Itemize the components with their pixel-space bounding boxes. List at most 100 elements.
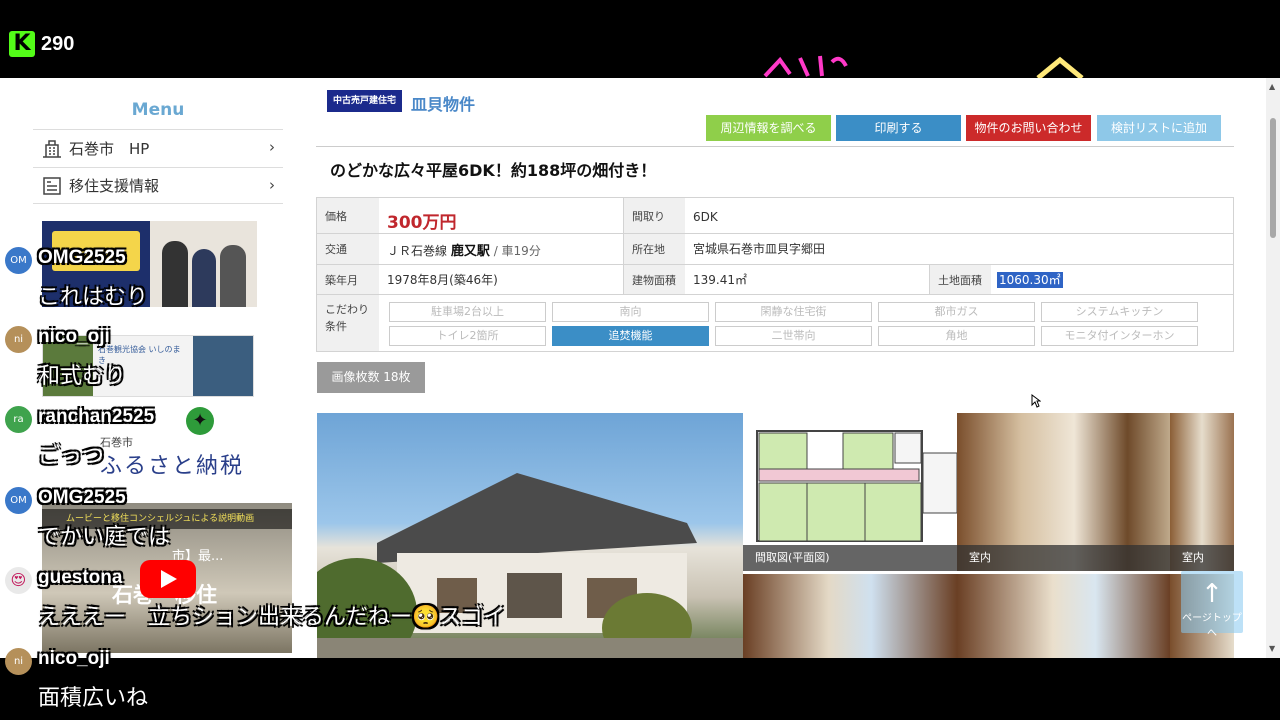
photo-caption: 室内 <box>1170 545 1234 571</box>
land-area-selected-text: 1060.30㎡ <box>997 272 1063 288</box>
address-label: 所在地 <box>623 234 685 264</box>
chevron-right-icon: › <box>269 176 275 194</box>
viewer-count: 290 <box>41 33 75 55</box>
stream-bottom-bar <box>0 658 1280 720</box>
table-row: 築年月 1978年8月(築46年) 建物面積 139.41㎡ 土地面積 1060… <box>317 265 1233 295</box>
divider <box>316 146 1234 147</box>
building-icon <box>43 140 61 158</box>
page-top-label: ページトップへ <box>1182 613 1242 639</box>
chat-avatar: OM <box>5 487 32 514</box>
property-type-badge: 中古売戸建住宅 <box>327 90 402 112</box>
gallery-floorplan-photo[interactable]: 間取図(平面図) <box>743 413 957 571</box>
scrollbar-thumb[interactable] <box>1270 118 1276 238</box>
photo-caption: 室内 <box>957 545 1170 571</box>
table-row: 価格 300万円 間取り 6DK <box>317 198 1233 234</box>
scrollbar[interactable]: ▲ ▼ <box>1266 78 1280 658</box>
chat-username: OMG2525 <box>38 487 126 508</box>
inquiry-button[interactable]: 物件のお問い合わせ <box>966 115 1091 141</box>
chat-text: 面積広いね <box>38 686 149 711</box>
built-label: 築年月 <box>317 265 379 294</box>
page-top-button[interactable]: ↑ ページトップへ <box>1181 571 1243 639</box>
photo-caption: 間取図(平面図) <box>743 545 957 571</box>
chat-text: ごっつ <box>38 444 105 469</box>
stream-screen: K 290 Menu 石巻市 HP › 移住支援情報 › 石巻観光協会 いしのま… <box>0 0 1280 720</box>
address-value: 宮城県石巻市皿貝字郷田 <box>693 242 826 256</box>
feature-tag: 閑静な住宅街 <box>715 302 872 322</box>
feature-tag: 二世帯向 <box>715 326 872 346</box>
feature-tag: トイレ2箇所 <box>389 326 546 346</box>
chat-username: OMG2525 <box>38 247 126 268</box>
kick-logo-icon: K <box>9 31 35 57</box>
layout-value: 6DK <box>693 210 718 224</box>
gallery-interior-photo[interactable] <box>743 574 957 658</box>
floor-area-value: 139.41㎡ <box>693 273 747 287</box>
scroll-up-icon[interactable]: ▲ <box>1269 82 1275 91</box>
chat-username: nico_oji <box>38 326 110 347</box>
feature-tag: システムキッチン <box>1041 302 1198 322</box>
access-line: ＪＲ石巻線 <box>387 244 448 258</box>
access-station: 鹿又駅 <box>450 244 490 259</box>
add-to-list-button[interactable]: 検討リストに追加 <box>1097 115 1221 141</box>
scroll-down-icon[interactable]: ▼ <box>1269 644 1275 653</box>
neon-sign-decoration <box>763 55 848 78</box>
floorplan-illustration <box>756 430 957 542</box>
chevron-right-icon: › <box>269 138 275 156</box>
nearby-info-button[interactable]: 周辺情報を調べる <box>706 115 831 141</box>
chat-avatar: ni <box>5 326 32 353</box>
chat-text: でかい庭では <box>38 525 171 550</box>
feature-tag: 駐車場2台以上 <box>389 302 546 322</box>
chat-username: ranchan2525 <box>38 406 155 427</box>
menu-title: Menu <box>131 100 185 120</box>
sidebar-item-city-hp[interactable]: 石巻市 HP › <box>33 129 283 166</box>
mouse-cursor-icon <box>1031 394 1041 408</box>
features-label: こだわり条件 <box>317 295 379 351</box>
access-rest: / 車19分 <box>493 244 541 258</box>
gallery-interior-photo[interactable]: 室内 <box>957 413 1170 571</box>
layout-label: 間取り <box>623 198 685 233</box>
heart-eyes-avatar-icon: 😍 <box>5 567 32 594</box>
chat-text: 和式むり <box>38 364 127 389</box>
sidebar-item-migration-support[interactable]: 移住支援情報 › <box>33 167 283 204</box>
floor-area-label: 建物面積 <box>623 265 685 294</box>
stream-top-bar: K 290 <box>0 0 1280 78</box>
feature-tag: モニタ付インターホン <box>1041 326 1198 346</box>
banner-photo <box>193 336 253 396</box>
image-count-label: 画像枚数 18枚 <box>317 362 425 393</box>
neon-house-decoration <box>1036 56 1084 78</box>
land-area-value[interactable]: 1060.30㎡ <box>991 270 1069 289</box>
property-details-table: 価格 300万円 間取り 6DK 交通 ＪＲ石巻線 鹿又駅 / 車19分 所在地… <box>316 197 1234 352</box>
chat-avatar: ra <box>5 406 32 433</box>
feature-tag: 南向 <box>552 302 709 322</box>
sidebar-item-label: 移住支援情報 <box>69 177 160 195</box>
table-row: 交通 ＪＲ石巻線 鹿又駅 / 車19分 所在地 宮城県石巻市皿貝字郷田 <box>317 234 1233 265</box>
property-name: 皿貝物件 <box>411 95 476 114</box>
land-area-label: 土地面積 <box>929 265 991 294</box>
price-label: 価格 <box>317 198 379 233</box>
chat-username: guestona <box>38 567 123 588</box>
gallery-interior-photo[interactable] <box>957 574 1170 658</box>
furusato-big-text: ふるさと納税 <box>100 454 245 478</box>
browser-page: Menu 石巻市 HP › 移住支援情報 › 石巻観光協会 いしのまき 石巻市 … <box>0 78 1280 658</box>
feature-tag: 角地 <box>878 326 1035 346</box>
person-figure <box>162 241 188 307</box>
access-label: 交通 <box>317 234 379 264</box>
sidebar-item-label: 石巻市 HP <box>69 139 150 158</box>
built-value: 1978年8月(築46年) <box>387 273 498 287</box>
chat-avatar: ni <box>5 648 32 675</box>
feature-tag-active: 追焚機能 <box>552 326 709 346</box>
youtube-play-button[interactable] <box>140 560 196 598</box>
arrow-up-icon: ↑ <box>1201 579 1223 609</box>
chat-avatar: OM <box>5 247 32 274</box>
chat-text: これはむり <box>38 285 149 310</box>
print-button[interactable]: 印刷する <box>836 115 961 141</box>
document-icon <box>43 176 61 195</box>
person-figure <box>192 249 216 307</box>
gallery-interior-photo[interactable]: 室内 <box>1170 413 1234 571</box>
feature-tag: 都市ガス <box>878 302 1035 322</box>
play-icon <box>161 570 177 588</box>
access-value: ＪＲ石巻線 鹿又駅 / 車19分 <box>379 234 549 265</box>
chat-username: nico_oji <box>38 648 110 669</box>
sparkle-badge-icon: ✦ <box>186 407 214 435</box>
chat-text: えええー 立ちション出来るんだねー🥺スゴイ <box>38 605 506 630</box>
property-headline: のどかな広々平屋6DK！約188坪の畑付き！ <box>330 161 657 180</box>
